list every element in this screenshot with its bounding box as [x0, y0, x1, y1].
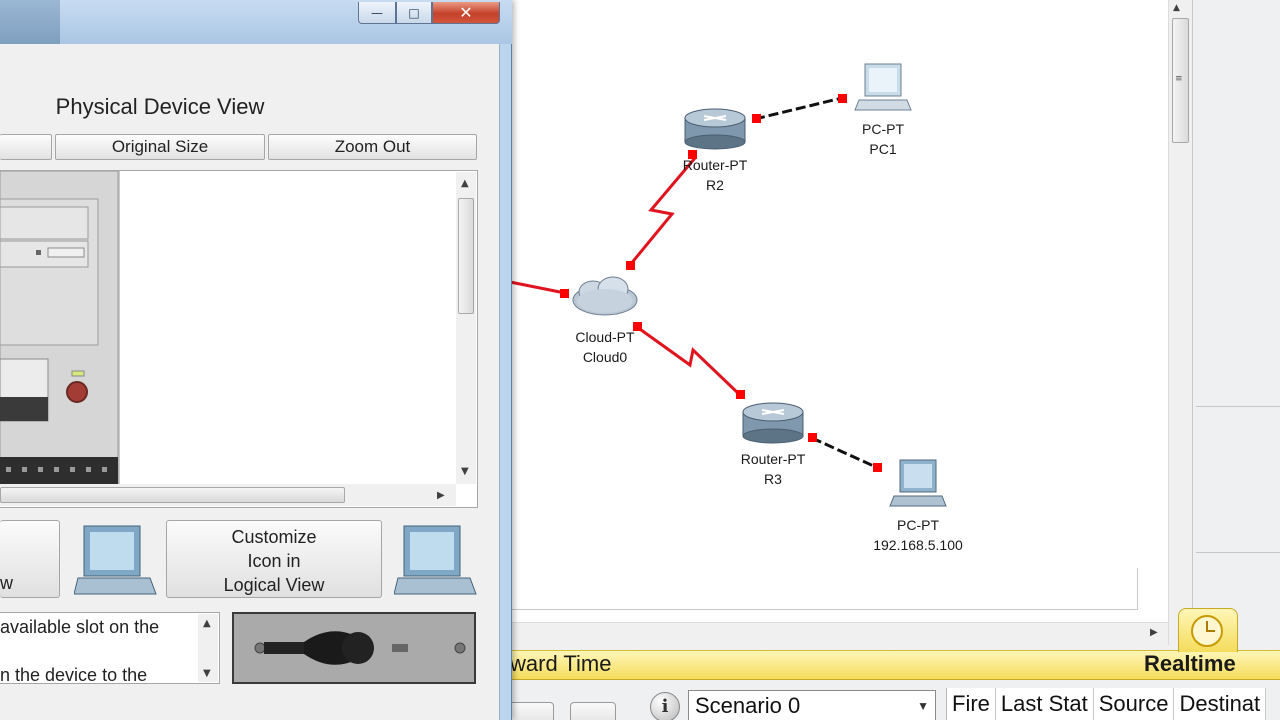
mini-button[interactable] — [508, 702, 554, 720]
device-type-label: Router-PT — [682, 157, 748, 173]
mini-button[interactable] — [570, 702, 616, 720]
customize-line-3: Logical View — [223, 575, 325, 595]
workspace-vertical-scrollbar[interactable]: ▲ ≡ — [1168, 0, 1192, 645]
scroll-up-icon[interactable]: ▲ — [203, 618, 211, 629]
scroll-right-icon[interactable]: ▶ — [1150, 627, 1158, 638]
workspace-horizontal-scrollbar[interactable]: ▶ — [500, 622, 1168, 645]
scroll-down-icon[interactable]: ▼ — [203, 668, 211, 679]
device-type-label: Cloud-PT — [575, 329, 635, 345]
scroll-up-icon[interactable]: ▲ — [461, 178, 469, 189]
device-name-label: 192.168.5.100 — [873, 537, 963, 553]
maximize-button[interactable]: □ — [396, 2, 432, 24]
physical-device-view-title: Physical Device View — [55, 94, 265, 119]
column-last-status[interactable]: Last Stat — [996, 688, 1094, 720]
link-r2-pc1 — [754, 96, 843, 121]
router-icon — [742, 402, 804, 444]
port-dot — [626, 261, 635, 270]
minimize-icon: — — [371, 5, 383, 20]
original-size-button[interactable]: Original Size — [55, 134, 265, 160]
dialog-titlebar[interactable]: — □ ✕ — [0, 0, 512, 44]
link-cloud-r3 — [636, 325, 742, 397]
physical-view-vertical-scrollbar[interactable] — [456, 172, 476, 484]
scenario-selected-value: Scenario 0 — [695, 693, 801, 718]
router-icon — [684, 108, 746, 150]
pc-logical-icon — [394, 525, 477, 595]
scenario-select[interactable]: Scenario 0 ▼ — [688, 690, 936, 720]
original-size-label: Original Size — [111, 137, 209, 156]
device-pc-pc1[interactable]: PC-PT PC1 — [838, 62, 928, 159]
column-source[interactable]: Source — [1094, 688, 1175, 720]
pc-physical-icon — [74, 525, 157, 595]
device-router-r2[interactable]: Router-PT R2 — [670, 104, 760, 195]
toolbar-separator — [1196, 406, 1280, 407]
chevron-down-icon: ▼ — [917, 699, 929, 713]
pc-icon — [854, 63, 912, 111]
pc-chassis-image — [0, 171, 120, 484]
scenario-info-button[interactable]: i — [650, 692, 680, 720]
scroll-up-icon[interactable]: ▲ — [1173, 3, 1180, 13]
zoom-in-button[interactable] — [0, 134, 52, 160]
physical-view-horizontal-scrollbar[interactable] — [0, 484, 456, 506]
device-name-label: R2 — [706, 177, 724, 193]
close-icon: ✕ — [459, 3, 473, 22]
column-destination[interactable]: Destinat — [1174, 688, 1267, 720]
device-name-label: R3 — [764, 471, 782, 487]
module-description-box[interactable]: available slot on the n the device to th… — [0, 612, 220, 684]
titlebar-glass — [0, 0, 60, 44]
device-router-r3[interactable]: Router-PT R3 — [728, 398, 818, 489]
scroll-right-icon[interactable]: ▶ — [437, 490, 445, 501]
module-image — [232, 612, 476, 684]
device-type-label: Router-PT — [740, 451, 806, 467]
toolbar-separator — [1196, 552, 1280, 553]
cloud-icon — [572, 276, 638, 316]
time-forward-label: ward Time — [510, 651, 612, 676]
description-line-2: n the device to the — [0, 665, 148, 684]
device-cloud0[interactable]: Cloud-PT Cloud0 — [560, 272, 650, 367]
scrollbar-thumb[interactable] — [458, 198, 474, 314]
link-cloud-offscreen — [509, 280, 566, 295]
device-pc-ip[interactable]: PC-PT 192.168.5.100 — [858, 458, 978, 555]
close-button[interactable]: ✕ — [432, 2, 500, 24]
scrollbar-thumb[interactable] — [0, 487, 345, 503]
minimize-button[interactable]: — — [358, 2, 396, 24]
maximize-icon: □ — [408, 5, 420, 20]
device-name-label: Cloud0 — [582, 349, 628, 365]
customize-physical-view-button[interactable]: w — [0, 520, 60, 598]
pdu-list-header: Fire Last Stat Source Destinat — [946, 688, 1267, 720]
zoom-out-label: Zoom Out — [334, 137, 411, 156]
pc-icon — [889, 459, 947, 507]
device-name-label: PC1 — [869, 141, 897, 157]
realtime-label: Realtime — [1144, 651, 1236, 676]
realtime-mode-tab[interactable] — [1178, 608, 1238, 652]
button-label-fragment: w — [0, 573, 13, 593]
customize-line-2: Icon in — [247, 551, 301, 571]
common-tools-bar — [1192, 0, 1280, 645]
customize-line-1: Customize — [231, 527, 317, 547]
scroll-down-icon[interactable]: ▼ — [461, 466, 469, 477]
grip-icon: ≡ — [1175, 74, 1183, 84]
clock-icon — [1191, 615, 1223, 647]
description-line-1: available slot on the — [0, 617, 160, 637]
device-type-label: PC-PT — [897, 517, 939, 533]
column-fire[interactable]: Fire — [947, 688, 996, 720]
packet-tracer-screen: Cloud-PT Cloud0 Router-PT R2 Router-PT R… — [0, 0, 1280, 720]
zoom-out-button[interactable]: Zoom Out — [268, 134, 477, 160]
customize-logical-icon-button[interactable]: Customize Icon in Logical View — [166, 520, 382, 598]
device-type-label: PC-PT — [862, 121, 904, 137]
network-module-image — [254, 631, 466, 665]
